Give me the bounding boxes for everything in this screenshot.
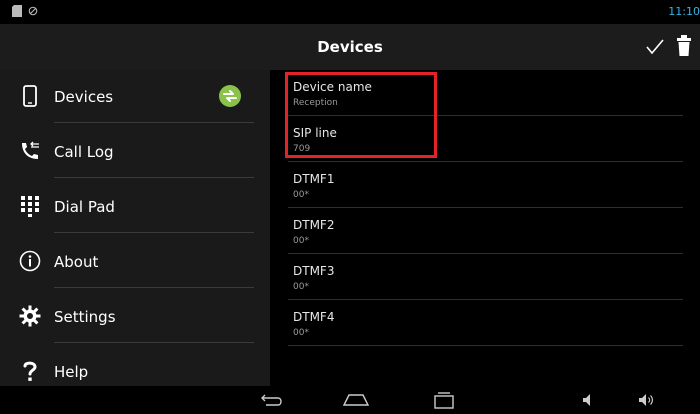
divider — [54, 287, 254, 288]
help-icon — [23, 361, 37, 381]
sd-card-icon — [12, 5, 22, 17]
volume-up-icon[interactable] — [636, 390, 656, 410]
sync-icon[interactable] — [218, 84, 242, 108]
gear-icon — [19, 305, 41, 327]
setting-title: DTMF2 — [293, 218, 335, 232]
phone-device-icon — [23, 85, 37, 107]
setting-value: 00* — [293, 236, 309, 246]
divider — [54, 232, 254, 233]
home-icon[interactable] — [340, 390, 372, 410]
system-nav-bar — [0, 386, 700, 414]
call-log-icon — [22, 141, 39, 159]
list-item-dtmf3[interactable]: DTMF3 00* — [288, 256, 683, 302]
no-sync-icon — [28, 6, 38, 16]
divider — [54, 342, 254, 343]
list-item-dtmf1[interactable]: DTMF1 00* — [288, 164, 683, 210]
sidebar-item-label: About — [54, 253, 99, 271]
divider — [288, 161, 683, 162]
trash-icon[interactable] — [676, 34, 692, 58]
highlight-box — [285, 72, 437, 158]
setting-value: 00* — [293, 282, 309, 292]
sidebar-item-label: Settings — [54, 308, 116, 326]
sidebar-item-settings[interactable]: Settings — [0, 290, 270, 345]
sidebar-item-label: Devices — [54, 88, 114, 106]
divider — [288, 299, 683, 300]
sidebar-item-dial-pad[interactable]: Dial Pad — [0, 180, 270, 235]
divider — [288, 345, 683, 346]
check-icon[interactable] — [644, 36, 666, 58]
sidebar-item-about[interactable]: About — [0, 235, 270, 290]
sidebar-item-call-log[interactable]: Call Log — [0, 125, 270, 180]
back-icon[interactable] — [256, 390, 286, 410]
status-bar: 11:10 — [0, 0, 700, 24]
sidebar-item-label: Help — [54, 363, 89, 381]
info-icon — [19, 250, 41, 272]
setting-title: DTMF1 — [293, 172, 335, 186]
setting-title: DTMF4 — [293, 310, 335, 324]
setting-title: DTMF3 — [293, 264, 335, 278]
setting-value: 00* — [293, 190, 309, 200]
divider — [54, 122, 254, 123]
page-title: Devices — [317, 38, 383, 56]
sidebar: Devices Call Log Dial Pad About Settings… — [0, 70, 270, 386]
divider — [288, 207, 683, 208]
divider — [288, 253, 683, 254]
sidebar-item-label: Dial Pad — [54, 198, 115, 216]
sidebar-item-devices[interactable]: Devices — [0, 70, 270, 125]
recent-apps-icon[interactable] — [430, 390, 458, 410]
sidebar-item-label: Call Log — [54, 143, 114, 161]
action-bar: Devices — [0, 24, 700, 70]
status-clock: 11:10 — [668, 5, 700, 18]
divider — [54, 177, 254, 178]
list-item-dtmf4[interactable]: DTMF4 00* — [288, 302, 683, 348]
list-item-dtmf2[interactable]: DTMF2 00* — [288, 210, 683, 256]
volume-down-icon[interactable] — [580, 390, 596, 410]
dial-pad-icon — [21, 196, 39, 217]
setting-value: 00* — [293, 328, 309, 338]
status-icons — [12, 5, 38, 17]
